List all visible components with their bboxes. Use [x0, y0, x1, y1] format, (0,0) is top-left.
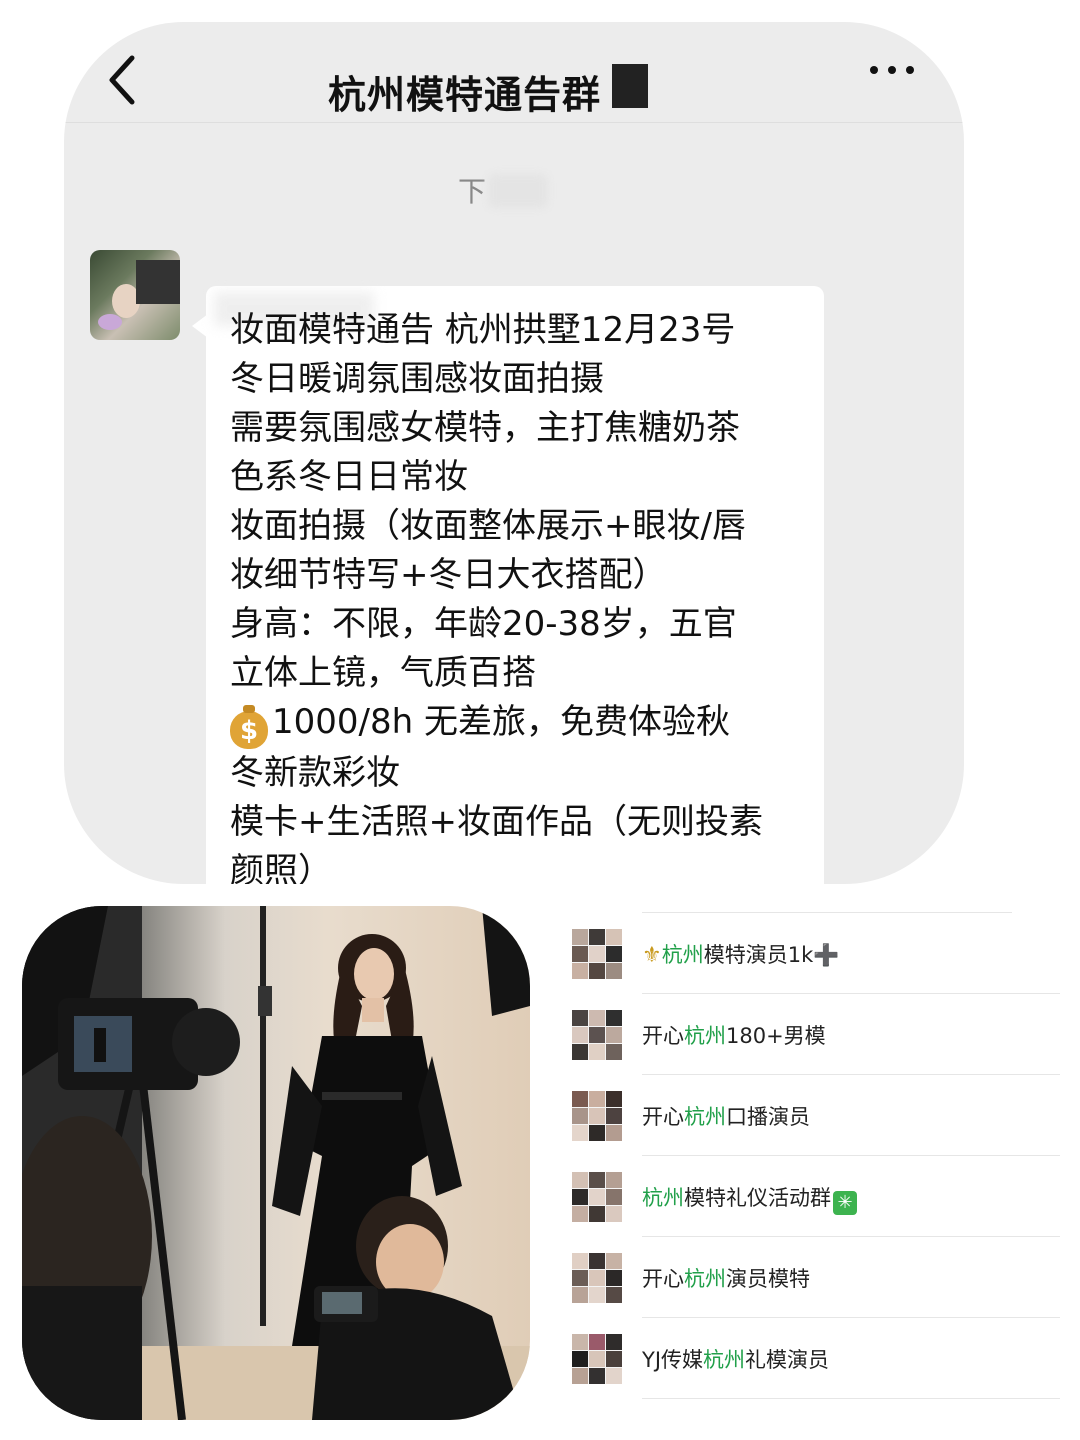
photo-illustration [22, 906, 530, 1420]
message-line: 色系冬日日常妆 [230, 457, 468, 497]
group-avatar-grid [572, 1091, 622, 1141]
group-row[interactable]: 开心杭州演员模特 [560, 1237, 1060, 1318]
keyword-highlight: 杭州 [684, 1024, 726, 1048]
photoshoot-photo [22, 906, 530, 1420]
header-divider [64, 122, 964, 123]
message-line: 妆面模特通告 杭州拱墅12月23号 [230, 310, 736, 350]
group-avatar-grid [572, 1253, 622, 1303]
keyword-highlight: 杭州 [684, 1267, 726, 1291]
group-row[interactable]: ⚜杭州模特演员1k➕ [560, 913, 1060, 994]
more-options-icon[interactable] [870, 62, 914, 78]
chat-screenshot: 杭州模特通告群 下 妆面模特通告 杭州拱墅12月23号 冬日暖调氛围感妆面拍摄 … [64, 22, 964, 884]
group-avatar-grid [572, 1334, 622, 1384]
redaction-block [612, 64, 648, 108]
message-line: 妆面拍摄（妆面整体展示+眼妆/唇 [230, 506, 746, 546]
group-name: 开心杭州演员模特 [642, 1267, 810, 1291]
message-line: 模卡+生活照+妆面作品（无则投素 [230, 802, 763, 842]
message-line: 身高：不限，年龄20-38岁，五官 [230, 604, 737, 644]
group-list: ⚜杭州模特演员1k➕ 开心杭州180+男模 开心杭州口播演员 杭州模特礼仪活动群… [560, 912, 1060, 1412]
keyword-highlight: 杭州 [661, 943, 704, 967]
keyword-highlight: 杭州 [703, 1348, 746, 1372]
group-avatar-grid [572, 929, 622, 979]
message-line: 冬日暖调氛围感妆面拍摄 [230, 359, 604, 399]
group-row[interactable]: 开心杭州180+男模 [560, 994, 1060, 1075]
group-row[interactable]: YJ传媒杭州礼模演员 [560, 1318, 1060, 1399]
group-name: ⚜杭州模特演员1k➕ [642, 943, 840, 968]
message-line: 立体上镜，气质百搭 [230, 653, 536, 693]
timestamp-label: 下 [458, 175, 487, 208]
message-line-pay: $1000/8h 无差旅，免费体验秋 [230, 698, 816, 749]
message-line: 需要氛围感女模特，主打焦糖奶茶 [230, 408, 740, 448]
money-bag-icon: $ [230, 705, 268, 749]
chat-header: 杭州模特通告群 [64, 22, 964, 122]
group-name: YJ传媒杭州礼模演员 [642, 1348, 830, 1372]
back-arrow-icon[interactable] [102, 50, 146, 110]
message-line: 妆细节特写+冬日大衣搭配） [230, 555, 667, 595]
group-name: 开心杭州口播演员 [642, 1105, 810, 1129]
message-text: 妆面模特通告 杭州拱墅12月23号 冬日暖调氛围感妆面拍摄 需要氛围感女模特，主… [230, 306, 816, 884]
pay-text: 1000/8h 无差旅，免费体验秋 [272, 702, 730, 742]
group-name: 开心杭州180+男模 [642, 1024, 826, 1048]
sparkle-icon: ✳ [833, 1191, 857, 1215]
keyword-highlight: 杭州 [642, 1186, 684, 1210]
group-row[interactable]: 杭州模特礼仪活动群 ✳ [560, 1156, 1060, 1237]
group-row[interactable]: 开心杭州口播演员 [560, 1075, 1060, 1156]
message-line: 冬新款彩妆 [230, 753, 400, 793]
message-line: 颜照） [230, 851, 332, 884]
plus-icon: ➕ [813, 943, 840, 967]
list-divider [642, 1398, 1060, 1399]
avatar-redaction [136, 260, 180, 304]
sender-avatar[interactable] [90, 250, 180, 340]
blurred-timestamp [488, 174, 548, 208]
fleur-de-lis-icon: ⚜ [642, 943, 662, 968]
group-name: 杭州模特礼仪活动群 ✳ [642, 1182, 857, 1215]
keyword-highlight: 杭州 [684, 1105, 726, 1129]
group-avatar-grid [572, 1172, 622, 1222]
chat-title: 杭州模特通告群 [328, 73, 602, 117]
group-avatar-grid [572, 1010, 622, 1060]
avatar-flower [98, 314, 122, 330]
